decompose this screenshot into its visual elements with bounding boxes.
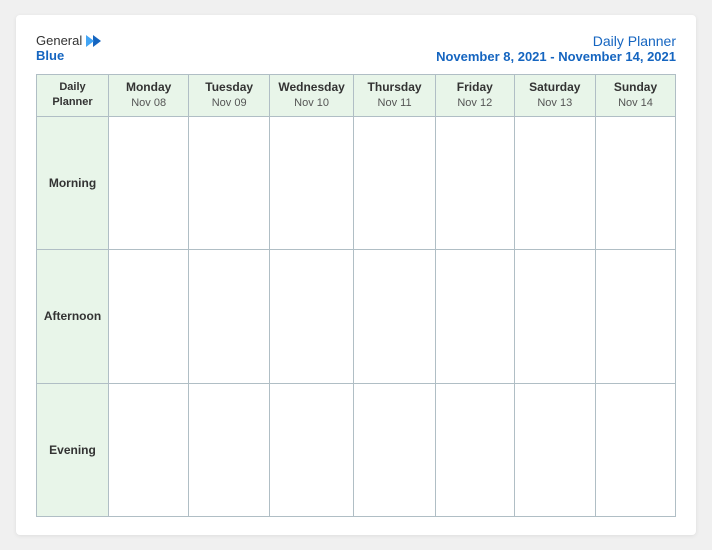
cell-evening-wed[interactable] xyxy=(270,383,354,516)
header: General Blue Daily Planner November 8, 2… xyxy=(36,33,676,64)
cell-evening-thu[interactable] xyxy=(354,383,436,516)
cell-morning-wed[interactable] xyxy=(270,116,354,249)
cell-afternoon-fri[interactable] xyxy=(435,250,514,383)
cell-afternoon-sun[interactable] xyxy=(595,250,675,383)
header-col-6: Sunday Nov 14 xyxy=(595,75,675,117)
calendar-table: Daily Planner Monday Nov 08 Tuesday Nov … xyxy=(36,74,676,517)
cell-morning-sun[interactable] xyxy=(595,116,675,249)
header-col-4: Friday Nov 12 xyxy=(435,75,514,117)
cell-morning-mon[interactable] xyxy=(109,116,189,249)
cell-evening-fri[interactable] xyxy=(435,383,514,516)
cell-afternoon-sat[interactable] xyxy=(514,250,595,383)
header-col-3: Thursday Nov 11 xyxy=(354,75,436,117)
header-col-1: Tuesday Nov 09 xyxy=(189,75,270,117)
header-daily-planner: Daily Planner xyxy=(37,75,109,117)
cell-afternoon-mon[interactable] xyxy=(109,250,189,383)
cell-afternoon-wed[interactable] xyxy=(270,250,354,383)
title-area: Daily Planner November 8, 2021 - Novembe… xyxy=(436,33,676,64)
planner-page: General Blue Daily Planner November 8, 2… xyxy=(16,15,696,535)
row-label-afternoon: Afternoon xyxy=(37,250,109,383)
row-label-morning: Morning xyxy=(37,116,109,249)
logo-general-text: General xyxy=(36,33,82,48)
header-col-0: Monday Nov 08 xyxy=(109,75,189,117)
planner-date-range: November 8, 2021 - November 14, 2021 xyxy=(436,49,676,64)
row-afternoon: Afternoon xyxy=(37,250,676,383)
cell-evening-tue[interactable] xyxy=(189,383,270,516)
row-label-evening: Evening xyxy=(37,383,109,516)
planner-title: Daily Planner xyxy=(436,33,676,49)
cell-afternoon-tue[interactable] xyxy=(189,250,270,383)
logo-icon xyxy=(84,34,102,48)
row-morning: Morning xyxy=(37,116,676,249)
cell-morning-thu[interactable] xyxy=(354,116,436,249)
header-col-2: Wednesday Nov 10 xyxy=(270,75,354,117)
cell-morning-fri[interactable] xyxy=(435,116,514,249)
cell-evening-sat[interactable] xyxy=(514,383,595,516)
cell-evening-mon[interactable] xyxy=(109,383,189,516)
header-col-5: Saturday Nov 13 xyxy=(514,75,595,117)
cell-morning-sat[interactable] xyxy=(514,116,595,249)
row-evening: Evening xyxy=(37,383,676,516)
logo-area: General Blue xyxy=(36,33,102,63)
cell-morning-tue[interactable] xyxy=(189,116,270,249)
cell-evening-sun[interactable] xyxy=(595,383,675,516)
header-row: Daily Planner Monday Nov 08 Tuesday Nov … xyxy=(37,75,676,117)
logo-blue-text: Blue xyxy=(36,48,64,63)
cell-afternoon-thu[interactable] xyxy=(354,250,436,383)
